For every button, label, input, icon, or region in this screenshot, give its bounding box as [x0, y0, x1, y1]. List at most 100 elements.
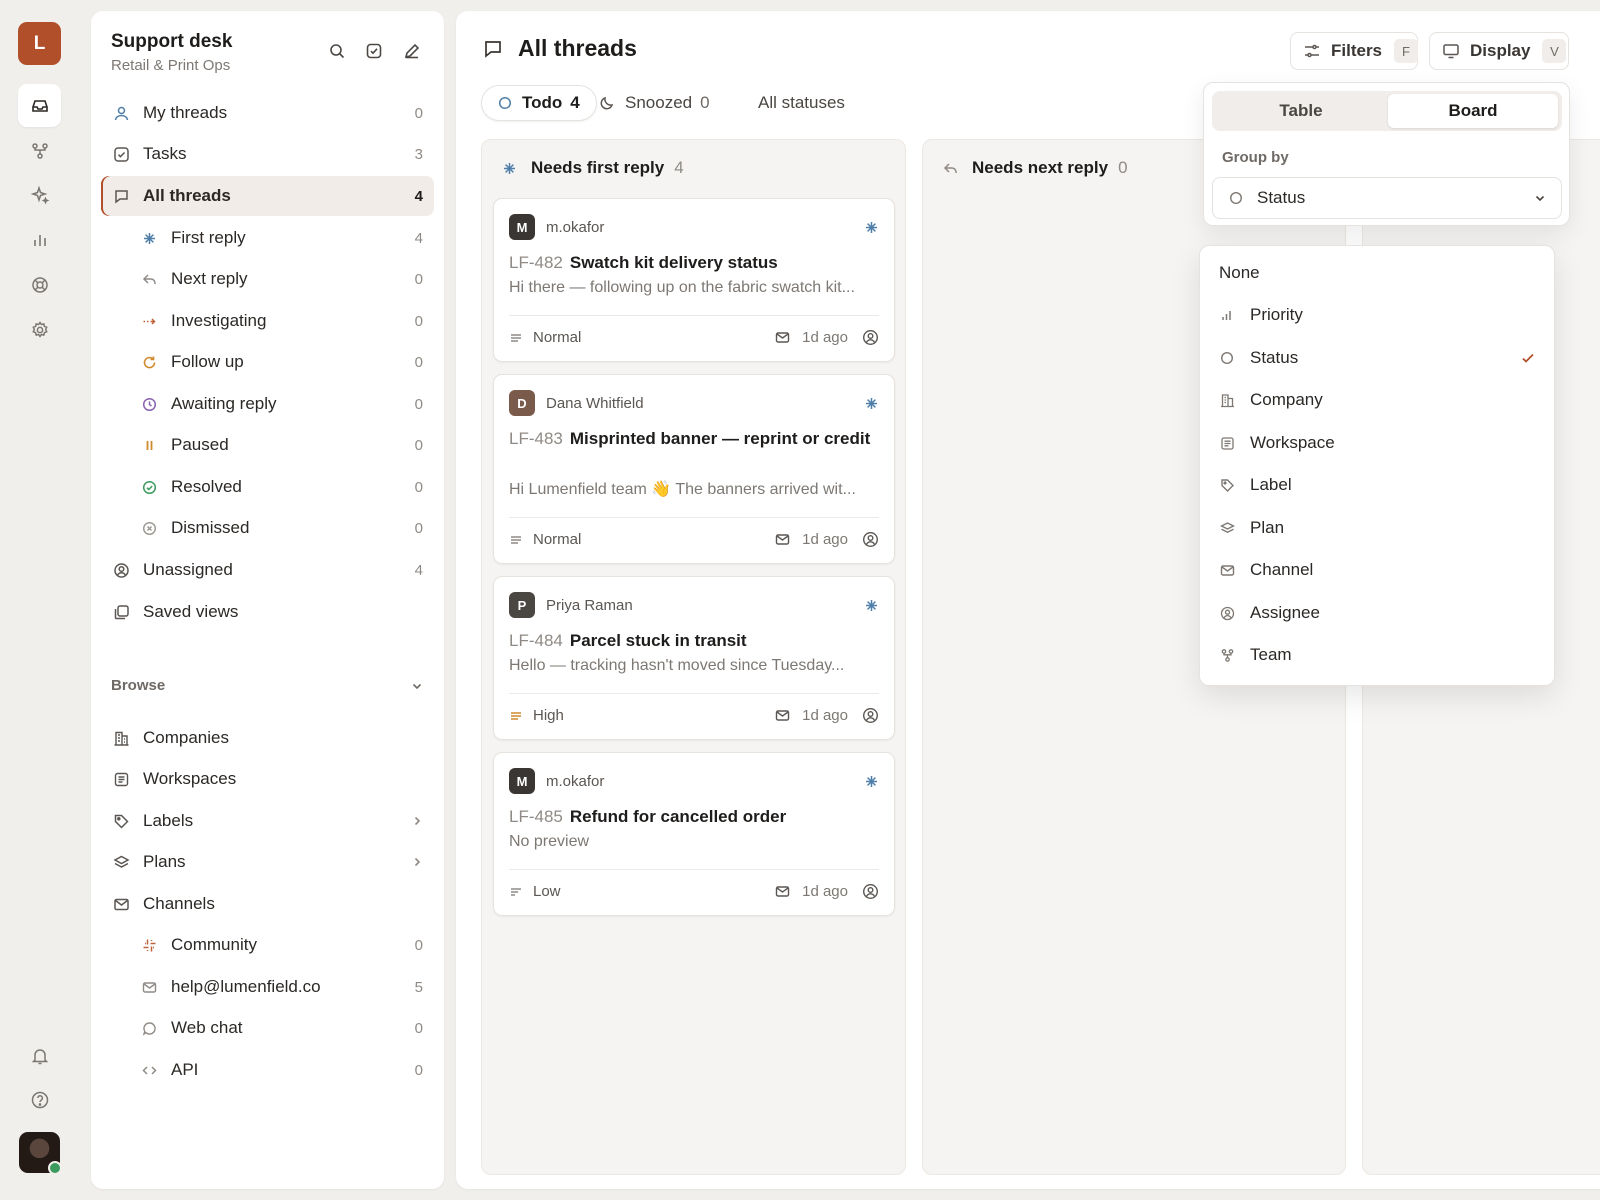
column-header: Needs next reply 0 [943, 158, 1128, 178]
rail-settings-button[interactable] [18, 308, 61, 351]
compose-button[interactable] [399, 38, 425, 64]
nav-companies[interactable]: Companies [101, 718, 434, 758]
avatar: M [509, 768, 535, 794]
priority-low-icon [509, 885, 523, 899]
nav-follow-up[interactable]: Follow up 0 [101, 342, 434, 382]
rail-workflows-button[interactable] [18, 129, 61, 172]
nav-label: Awaiting reply [171, 394, 277, 413]
nav-count: 4 [414, 187, 423, 205]
rail-notifications-button[interactable] [18, 1034, 61, 1077]
option-workspace[interactable]: Workspace [1200, 425, 1556, 461]
filters-button[interactable]: Filters F [1290, 32, 1419, 70]
thread-card[interactable]: M m.okafor LF-485 Refund for cancelled or… [493, 752, 895, 916]
clock-icon [139, 394, 159, 414]
rail-reports-button[interactable] [18, 218, 61, 261]
card-preview: No preview [509, 833, 590, 850]
nav-my-threads[interactable]: My threads 0 [101, 93, 434, 133]
rail-help-button[interactable] [18, 1078, 61, 1121]
card-author: Dana Whitfield [546, 394, 644, 412]
assignee-icon[interactable] [862, 531, 879, 548]
nav-resolved[interactable]: Resolved 0 [101, 467, 434, 507]
priority-label: High [533, 707, 564, 724]
nav-investigating[interactable]: Investigating 0 [101, 301, 434, 341]
option-assignee[interactable]: Assignee [1200, 595, 1556, 631]
nav-all-threads[interactable]: All threads 4 [101, 176, 434, 216]
nav-count: 0 [414, 1061, 423, 1079]
lifebuoy-icon [30, 275, 50, 295]
card-author: Priya Raman [546, 596, 633, 614]
priority-label: Normal [533, 329, 582, 346]
rail-help-center-button[interactable] [18, 263, 61, 306]
layers-icon [111, 852, 131, 872]
search-button[interactable] [324, 38, 350, 64]
rail-ai-button[interactable] [18, 173, 61, 216]
tab-label: Snoozed [625, 93, 693, 112]
nav-tasks[interactable]: Tasks 3 [101, 134, 434, 174]
tag-icon [111, 811, 131, 831]
nav-unassigned[interactable]: Unassigned 4 [101, 550, 434, 590]
option-team[interactable]: Team [1200, 637, 1556, 673]
assignee-icon[interactable] [862, 329, 879, 346]
tab-todo[interactable]: Todo 4 [481, 85, 597, 121]
nav-next-reply[interactable]: Next reply 0 [101, 259, 434, 299]
group-by-select[interactable]: Status [1212, 177, 1562, 219]
asterisk-icon [139, 228, 159, 248]
nav-dismissed[interactable]: Dismissed 0 [101, 508, 434, 548]
option-company[interactable]: Company [1200, 382, 1556, 418]
user-avatar[interactable] [19, 1132, 62, 1175]
tasks-button[interactable] [361, 38, 387, 64]
option-channel[interactable]: Channel [1200, 552, 1556, 588]
nav-workspaces[interactable]: Workspaces [101, 759, 434, 799]
nav-awaiting-reply[interactable]: Awaiting reply 0 [101, 384, 434, 424]
x-circle-icon [139, 518, 159, 538]
mail-icon [775, 708, 790, 723]
view-table-option[interactable]: Table [1216, 94, 1386, 128]
nav-web-chat[interactable]: Web chat 0 [101, 1008, 434, 1048]
nav-labels[interactable]: Labels [101, 801, 434, 841]
card-title: LF-483 Misprinted banner — reprint or cre… [509, 427, 874, 451]
nav-community[interactable]: Community 0 [101, 925, 434, 965]
nav-label: Channels [143, 894, 215, 913]
nav-channels[interactable]: Channels [101, 884, 434, 924]
card-author: m.okafor [546, 218, 605, 236]
circle-icon [1218, 351, 1236, 365]
asterisk-icon [864, 598, 879, 613]
option-none[interactable]: None [1200, 255, 1556, 291]
thread-card[interactable]: D Dana Whitfield LF-483 Misprinted banner… [493, 374, 895, 564]
thread-card[interactable]: P Priya Raman LF-484 Parcel stuck in tran… [493, 576, 895, 740]
card-id: LF-484 [509, 631, 563, 650]
rail-inbox-button[interactable] [18, 84, 61, 127]
nav-help-email[interactable]: help@lumenfield.co 5 [101, 967, 434, 1007]
display-shortcut: V [1542, 39, 1567, 63]
nav-count: 0 [414, 519, 423, 537]
reply-icon [943, 161, 958, 176]
option-label: Label [1250, 475, 1292, 494]
assignee-icon[interactable] [862, 883, 879, 900]
column-title: Needs next reply [972, 158, 1109, 177]
workspace-logo[interactable]: L [18, 22, 61, 65]
option-status[interactable]: Status [1200, 340, 1556, 376]
display-button[interactable]: Display V [1429, 32, 1569, 70]
nav-api[interactable]: API 0 [101, 1050, 434, 1090]
nav-first-reply[interactable]: First reply 4 [101, 218, 434, 258]
priority-high-icon [509, 709, 523, 723]
tab-snoozed[interactable]: Snoozed 0 [599, 85, 710, 121]
circle-icon [1229, 191, 1243, 205]
thread-card[interactable]: M m.okafor LF-482 Swatch kit delivery sta… [493, 198, 895, 362]
bar-chart-icon [1218, 308, 1236, 323]
nav-paused[interactable]: Paused 0 [101, 425, 434, 465]
option-label[interactable]: Label [1200, 467, 1556, 503]
assignee-icon[interactable] [862, 707, 879, 724]
browse-section-header[interactable]: Browse [111, 677, 434, 694]
nav-plans[interactable]: Plans [101, 842, 434, 882]
nav-label: My threads [143, 103, 228, 122]
option-priority[interactable]: Priority [1200, 297, 1556, 333]
option-plan[interactable]: Plan [1200, 510, 1556, 546]
nav-saved-views[interactable]: Saved views [101, 592, 434, 632]
building-icon [111, 728, 131, 748]
pause-icon [139, 435, 159, 455]
nav-count: 0 [414, 353, 423, 371]
view-board-option[interactable]: Board [1388, 94, 1558, 128]
tab-all-statuses[interactable]: All statuses [758, 85, 845, 121]
sidebar: Support desk Retail & Print Ops My threa… [91, 11, 444, 1189]
